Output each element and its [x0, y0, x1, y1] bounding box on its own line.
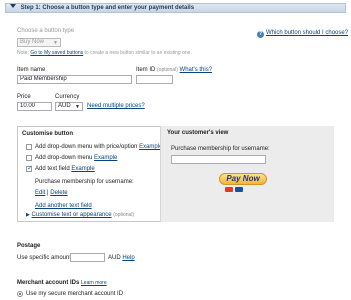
dropdown-menu-row: Add drop-down menu Example [35, 155, 117, 161]
add-another-text-field-link[interactable]: Add another text field [35, 203, 92, 209]
price-label: Price [17, 94, 31, 100]
customer-view-title: Your customer's view [167, 130, 229, 136]
which-button-help[interactable]: ? Which button should I choose? [257, 30, 348, 38]
whats-this-link[interactable]: What's this? [180, 67, 213, 73]
saved-buttons-link[interactable]: Go to My saved buttons [30, 50, 83, 56]
postage-help-link[interactable]: Help [122, 255, 134, 261]
button-type-value: Buy Now [20, 39, 45, 45]
help-icon: ? [257, 31, 264, 38]
item-name-input[interactable]: Paid Membership [17, 75, 132, 84]
mastercard-icon [225, 187, 233, 192]
item-id-optional: (optional) [157, 67, 178, 73]
step-title: Step 1: Choose a button type and enter y… [20, 5, 195, 11]
postage-label: Use specific amount: [17, 255, 73, 261]
dropdown-menu-checkbox[interactable] [26, 155, 32, 161]
pay-now-button[interactable]: Pay Now [219, 173, 267, 185]
postage-title: Postage [17, 243, 41, 249]
merchant-learn-more-link[interactable]: Learn more [81, 280, 107, 286]
text-field-row: Add text field Example [35, 166, 95, 172]
price-input[interactable]: 10.00 [17, 102, 52, 111]
dropdown-price-example-link[interactable]: Example [139, 144, 162, 150]
customise-optional: (optional) [113, 212, 135, 218]
chevron-down-icon: ▼ [53, 40, 58, 46]
item-name-label: Item name [17, 67, 46, 73]
text-field-checkbox[interactable] [26, 164, 33, 172]
note-prefix: Note: [17, 50, 29, 56]
collapse-arrow-icon [10, 4, 16, 8]
merchant-title: Merchant account IDs [17, 280, 80, 286]
edit-delete-group: Edit | Delete [35, 190, 68, 196]
postage-currency-group: AUD Help [108, 255, 135, 261]
saved-buttons-note: Note: Go to My saved buttons to create a… [17, 50, 192, 56]
edit-link[interactable]: Edit [35, 190, 45, 196]
button-type-select[interactable]: Buy Now ▼ [17, 38, 61, 47]
text-field-label: Add text field [35, 166, 70, 172]
card-icons [225, 187, 243, 192]
merchant-title-group: Merchant account IDs Learn more [17, 280, 107, 286]
expand-arrow-icon: ▶ [26, 212, 30, 218]
dropdown-price-label: Add drop-down menu with price/option [35, 144, 138, 150]
customise-appearance-row[interactable]: ▶ Customise text or appearance (optional… [26, 212, 134, 218]
multiple-prices-link[interactable]: Need multiple prices? [87, 103, 145, 109]
delete-link[interactable]: Delete [50, 190, 67, 196]
button-type-label: Choose a button type [17, 28, 75, 34]
merchant-id-option-label: Use my secure merchant account ID [26, 291, 124, 297]
text-field-caption: Purchase membership for username: [35, 179, 134, 185]
dropdown-price-checkbox[interactable] [26, 144, 32, 150]
separator: | [47, 190, 49, 196]
dropdown-menu-example-link[interactable]: Example [94, 155, 117, 161]
text-field-example-link[interactable]: Example [71, 166, 94, 172]
customise-title: Customise button [22, 131, 73, 137]
view-field-label: Purchase membership for username: [171, 146, 270, 152]
currency-value: AUD [58, 103, 71, 109]
postage-amount-input[interactable] [70, 253, 105, 262]
dropdown-price-row: Add drop-down menu with price/option Exa… [35, 144, 162, 150]
view-username-input[interactable] [171, 155, 266, 164]
note-suffix: to create a new button similar to an exi… [84, 50, 192, 56]
customise-appearance-link[interactable]: Customise text or appearance [32, 212, 112, 218]
visa-icon [235, 187, 243, 192]
postage-currency: AUD [108, 255, 121, 261]
which-button-link[interactable]: Which button should I choose? [266, 30, 348, 36]
dropdown-menu-label: Add drop-down menu [35, 155, 93, 161]
item-id-label-group: Item ID (optional) What's this? [136, 67, 212, 73]
item-id-input[interactable] [136, 75, 173, 84]
currency-select[interactable]: AUD ▼ [55, 102, 83, 111]
customer-view-panel: Your customer's view Purchase membership… [160, 126, 334, 222]
merchant-id-radio[interactable] [17, 291, 23, 297]
chevron-down-icon: ▼ [75, 104, 80, 110]
item-id-label: Item ID [136, 67, 156, 73]
currency-label: Currency [55, 94, 80, 100]
step-header[interactable]: Step 1: Choose a button type and enter y… [5, 3, 346, 13]
